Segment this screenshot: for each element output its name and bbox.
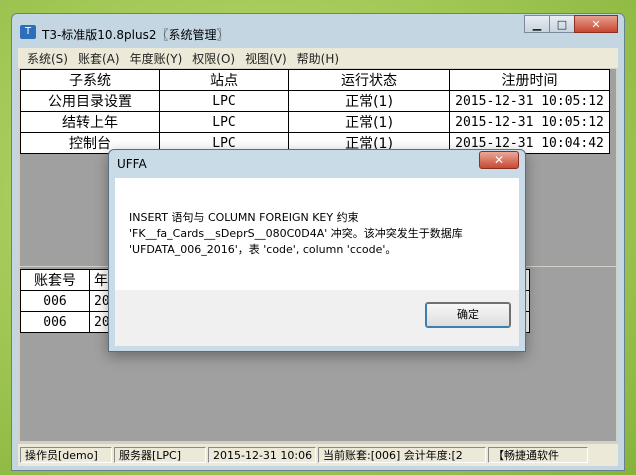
status-server: 服务器[LPC] [114,447,206,463]
cell-site: LPC [159,111,289,133]
status-brand: 【畅捷通软件 [488,447,588,463]
title-bar: T T3-标准版10.8plus2〖系统管理〗 ▁ □ ✕ [12,14,624,48]
cell-status: 正常(1) [288,90,450,112]
subsystem-table: 子系统 站点 运行状态 注册时间 公用目录设置 LPC 正常(1) 2015-1… [20,69,610,154]
cell-time: 2015-12-31 10:05:12 [449,111,610,133]
app-icon: T [20,25,36,39]
col-header-account-no[interactable]: 账套号 [20,269,90,291]
col-header-site[interactable]: 站点 [159,69,289,91]
status-account: 当前账套:[006] 会计年度:[2 [318,447,486,463]
error-dialog: UFFA ✕ INSERT 语句与 COLUMN FOREIGN KEY 约束 … [108,149,526,352]
maximize-button[interactable]: □ [549,15,575,33]
menu-account[interactable]: 账套(A) [73,50,125,67]
status-bar: 操作员[demo] 服务器[LPC] 2015-12-31 10:06 当前账套… [18,444,618,466]
dialog-close-button[interactable]: ✕ [479,151,519,169]
table-row[interactable]: 公用目录设置 LPC 正常(1) 2015-12-31 10:05:12 [20,90,610,112]
table-row[interactable]: 结转上年 LPC 正常(1) 2015-12-31 10:05:12 [20,111,610,133]
menu-help[interactable]: 帮助(H) [292,50,344,67]
cell-status: 正常(1) [288,111,450,133]
menu-year-account[interactable]: 年度账(Y) [125,50,188,67]
minimize-button[interactable]: ▁ [524,15,550,33]
cell-account-no: 006 [20,290,90,312]
dialog-footer: 确定 [115,290,519,346]
ok-button[interactable]: 确定 [425,302,511,328]
menu-bar: 系统(S) 账套(A) 年度账(Y) 权限(O) 视图(V) 帮助(H) [18,48,618,68]
dialog-message: INSERT 语句与 COLUMN FOREIGN KEY 约束 'FK__fa… [115,178,519,290]
col-header-register-time[interactable]: 注册时间 [449,69,610,91]
menu-permission[interactable]: 权限(O) [187,50,240,67]
message-line: INSERT 语句与 COLUMN FOREIGN KEY 约束 [129,211,359,224]
menu-view[interactable]: 视图(V) [240,50,292,67]
col-header-subsystem[interactable]: 子系统 [20,69,160,91]
close-button[interactable]: ✕ [574,15,618,33]
cell-account-no: 006 [20,311,90,333]
dialog-title: UFFA [117,157,147,171]
col-header-status[interactable]: 运行状态 [288,69,450,91]
message-line: 'UFDATA_006_2016'，表 'code', column 'ccod… [129,243,397,256]
cell-subsystem: 公用目录设置 [20,90,160,112]
cell-site: LPC [159,90,289,112]
menu-system[interactable]: 系统(S) [22,50,73,67]
window-title: T3-标准版10.8plus2〖系统管理〗 [42,28,229,42]
status-operator: 操作员[demo] [20,447,112,463]
status-datetime: 2015-12-31 10:06 [208,447,316,463]
cell-time: 2015-12-31 10:05:12 [449,90,610,112]
cell-subsystem: 结转上年 [20,111,160,133]
message-line: 'FK__fa_Cards__sDeprS__080C0D4A' 冲突。该冲突发… [129,227,463,240]
